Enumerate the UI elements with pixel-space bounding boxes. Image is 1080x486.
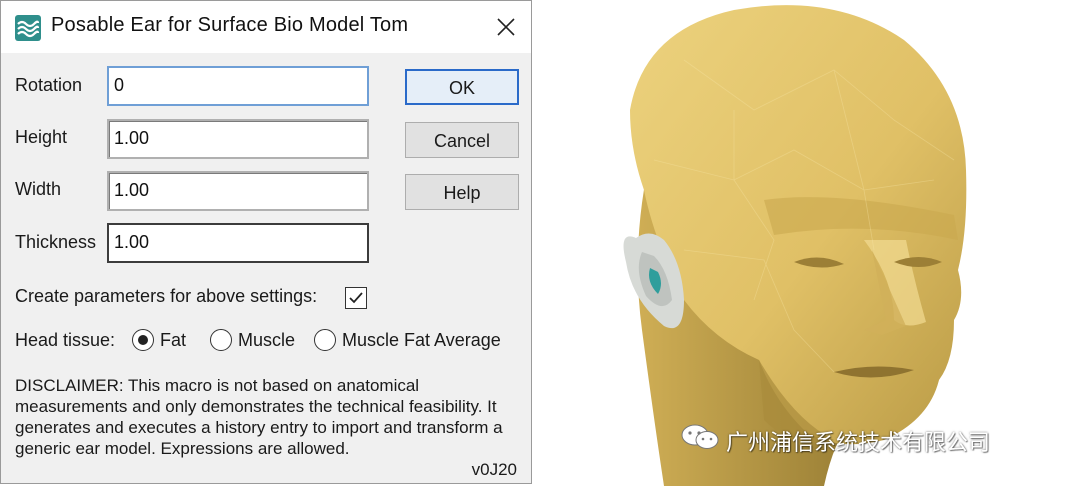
head-tissue-label: Head tissue: xyxy=(15,330,116,350)
ok-button[interactable]: OK xyxy=(405,69,519,105)
rotation-field-frame xyxy=(107,66,369,106)
thickness-field-frame xyxy=(107,223,369,263)
watermark-text: 广州浦信系统技术有限公司 xyxy=(726,431,991,456)
close-button[interactable] xyxy=(489,11,523,43)
title-bar[interactable]: Posable Ear for Surface Bio Model Tom xyxy=(1,1,531,53)
radio-selected-dot xyxy=(138,335,148,345)
thickness-input[interactable] xyxy=(111,227,364,257)
head-model-render xyxy=(534,0,1080,486)
cancel-button[interactable]: Cancel xyxy=(405,122,519,158)
radio-muscle[interactable] xyxy=(210,329,232,351)
height-field-frame xyxy=(107,119,369,159)
width-field-frame xyxy=(107,171,369,211)
radio-fat[interactable] xyxy=(132,329,154,351)
disclaimer-text: DISCLAIMER: This macro is not based on a… xyxy=(15,376,503,458)
radio-muscle-fat-average-label: Muscle Fat Average xyxy=(342,330,501,350)
dialog-title: Posable Ear for Surface Bio Model Tom xyxy=(51,14,409,36)
help-button[interactable]: Help xyxy=(405,174,519,210)
version-label: v0J20 xyxy=(471,460,517,479)
close-icon xyxy=(497,18,515,36)
radio-fat-label: Fat xyxy=(160,330,187,350)
create-parameters-checkbox[interactable] xyxy=(345,287,367,309)
height-label: Height xyxy=(15,127,68,147)
radio-muscle-fat-average[interactable] xyxy=(314,329,336,351)
width-label: Width xyxy=(15,179,62,199)
head-mesh-image xyxy=(623,5,967,486)
radio-muscle-label: Muscle xyxy=(238,330,296,350)
rotation-label: Rotation xyxy=(15,75,83,95)
posable-ear-dialog: Posable Ear for Surface Bio Model Tom Ro… xyxy=(0,0,532,484)
create-parameters-label: Create parameters for above settings: xyxy=(15,286,318,306)
wechat-icon xyxy=(681,424,719,449)
rotation-input[interactable] xyxy=(111,70,364,100)
wave-logo-icon xyxy=(15,15,41,41)
thickness-label: Thickness xyxy=(15,232,97,252)
height-input[interactable] xyxy=(111,123,364,153)
checkmark-icon xyxy=(349,292,363,304)
width-input[interactable] xyxy=(111,175,364,205)
